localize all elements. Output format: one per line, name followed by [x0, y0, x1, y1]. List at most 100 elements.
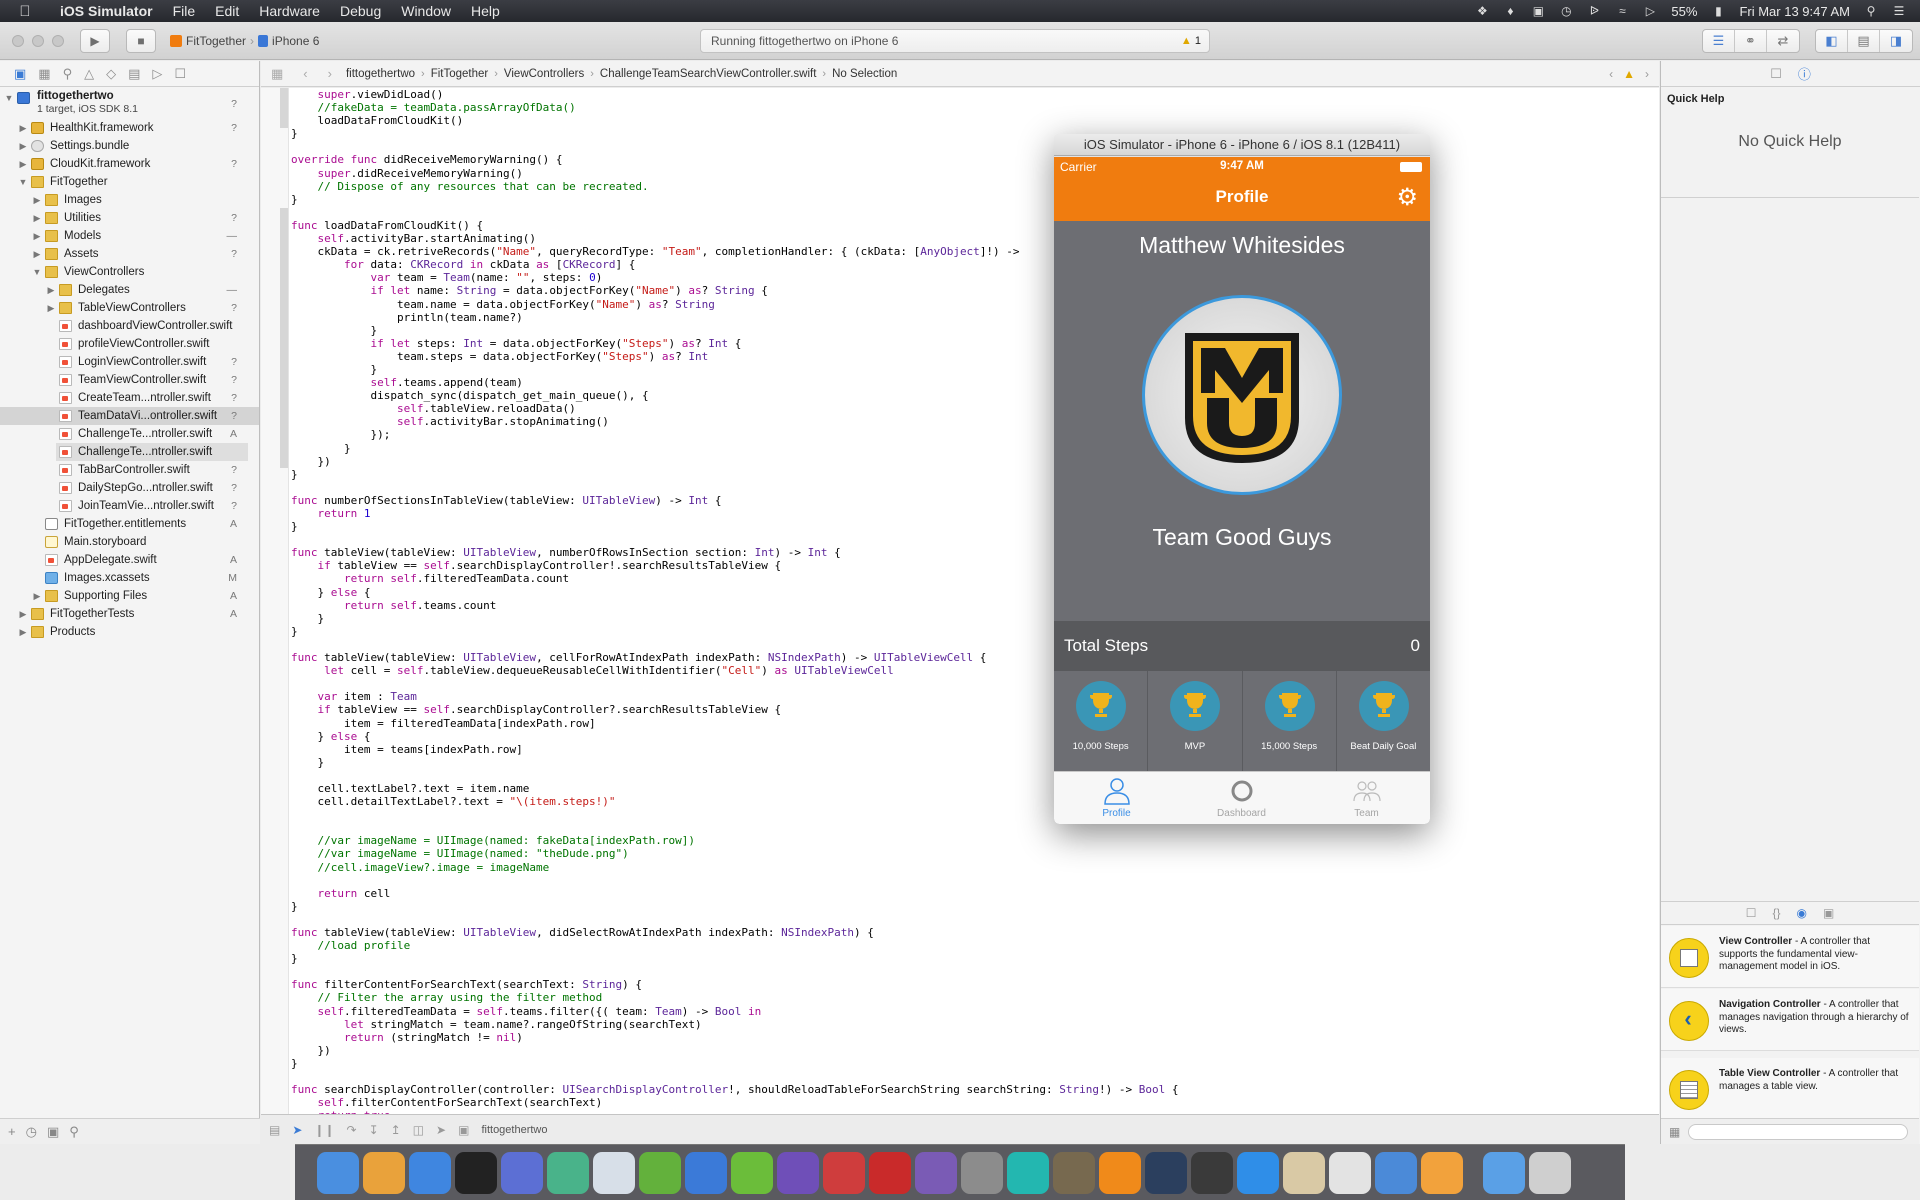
profile-team-name[interactable]: Team Good Guys [1054, 524, 1430, 551]
project-root-row[interactable]: ▼ fittogethertwo 1 target, iOS SDK 8.1 ? [0, 89, 259, 119]
tree-row[interactable]: ▶ Utilities? [0, 209, 259, 227]
object-library-icon[interactable]: ◉ [1796, 906, 1806, 920]
menubar-clock[interactable]: Fri Mar 13 9:47 AM [1739, 4, 1850, 19]
dock-app-pages-icon[interactable] [1421, 1152, 1463, 1194]
utilities-toggle-icon[interactable]: ◨ [1880, 30, 1912, 52]
dock-app-box-icon[interactable] [593, 1152, 635, 1194]
tree-row[interactable]: AppDelegate.swift A [0, 551, 259, 569]
simulator-title-bar[interactable]: iOS Simulator - iPhone 6 - iPhone 6 / iO… [1054, 134, 1430, 156]
tree-row-selected[interactable]: TeamDataVi...ontroller.swift? [0, 407, 259, 425]
breadcrumb-folder[interactable]: ViewControllers [500, 68, 588, 80]
step-over-icon[interactable]: ↷ [347, 1123, 357, 1137]
dock-app-filezilla-icon[interactable] [869, 1152, 911, 1194]
bluetooth-icon[interactable]: ᐉ [1587, 4, 1601, 18]
dock-app-downloads-icon[interactable] [1483, 1152, 1525, 1194]
find-navigator-icon[interactable]: ⚲ [63, 66, 73, 82]
pause-icon[interactable]: ❙❙ [314, 1123, 334, 1137]
disclosure-closed-icon[interactable]: ▶ [18, 623, 28, 641]
grid-view-icon[interactable]: ▦ [1669, 1125, 1680, 1139]
dock-app-activity-monitor-icon[interactable] [1191, 1152, 1233, 1194]
tree-row[interactable]: ▼ FitTogether [0, 173, 259, 191]
dock-app-github-icon[interactable] [915, 1152, 957, 1194]
apple-menu-icon[interactable]:  [0, 3, 50, 20]
zoom-window-button[interactable] [52, 35, 64, 47]
battery-icon[interactable]: ▮ [1711, 4, 1725, 18]
battery-percent[interactable]: 55% [1671, 4, 1697, 19]
badge-item[interactable]: 15,000 Steps [1243, 671, 1337, 771]
stop-button[interactable]: ■ [126, 29, 156, 53]
location-icon[interactable]: ➤ [436, 1123, 446, 1137]
tree-row[interactable]: ▶ CloudKit.framework? [0, 155, 259, 173]
scheme-selector[interactable]: FitTogether › iPhone 6 [170, 31, 319, 51]
tree-row[interactable]: profileViewController.swift [0, 335, 259, 353]
disclosure-closed-icon[interactable]: ▶ [32, 209, 42, 227]
dock-app-numbers-icon[interactable] [1329, 1152, 1371, 1194]
menu-app-name[interactable]: iOS Simulator [50, 3, 163, 19]
back-arrow-icon[interactable]: ‹ [293, 66, 317, 81]
related-items-icon[interactable]: ▦ [261, 66, 293, 82]
dock-app-preview-icon[interactable] [1283, 1152, 1325, 1194]
badge-item[interactable]: Beat Daily Goal [1337, 671, 1430, 771]
dock-app-vlc-icon[interactable] [1099, 1152, 1141, 1194]
dock-app-xcode-archive-icon[interactable] [1375, 1152, 1417, 1194]
version-editor-icon[interactable]: ⇄ [1767, 30, 1799, 52]
symbol-navigator-icon[interactable]: ▦ [38, 66, 50, 82]
wifi-icon[interactable]: ≈ [1615, 4, 1629, 18]
tree-row[interactable]: ▶ Delegates — [0, 281, 259, 299]
tree-row[interactable]: ▶ Images [0, 191, 259, 209]
library-item-table-view-controller[interactable]: Table View Controller - A controller tha… [1661, 1058, 1919, 1120]
tab-dashboard[interactable]: Dashboard [1179, 772, 1304, 824]
code-snippet-library-icon[interactable]: {} [1772, 906, 1780, 920]
minimize-window-button[interactable] [32, 35, 44, 47]
notification-center-icon[interactable]: ☰ [1892, 4, 1906, 18]
library-item-navigation-controller[interactable]: ‹ Navigation Controller - A controller t… [1661, 989, 1919, 1051]
menu-edit[interactable]: Edit [205, 3, 249, 19]
test-navigator-icon[interactable]: ◇ [106, 66, 116, 82]
spotlight-search-icon[interactable]: ⚲ [1864, 4, 1878, 18]
dock-app-terminal-icon[interactable] [455, 1152, 497, 1194]
add-icon[interactable]: + [8, 1124, 16, 1139]
disclosure-closed-icon[interactable]: ▶ [32, 227, 42, 245]
tree-row[interactable]: TeamViewController.swift? [0, 371, 259, 389]
menu-help[interactable]: Help [461, 3, 510, 19]
tree-row[interactable]: JoinTeamVie...ntroller.swift? [0, 497, 259, 515]
menu-hardware[interactable]: Hardware [249, 3, 330, 19]
dock-app-safari-icon[interactable] [409, 1152, 451, 1194]
disclosure-closed-icon[interactable]: ▶ [18, 605, 28, 623]
tree-row[interactable]: ▶ Products [0, 623, 259, 641]
tab-team[interactable]: Team [1304, 772, 1429, 824]
breakpoints-toggle-icon[interactable]: ➤ [292, 1123, 302, 1137]
file-template-library-icon[interactable]: ☐ [1746, 906, 1757, 920]
profile-avatar[interactable] [1142, 295, 1342, 495]
debug-navigator-icon[interactable]: ▤ [128, 66, 140, 82]
volume-icon[interactable]: ▷ [1643, 4, 1657, 18]
settings-gear-icon[interactable]: ⚙ [1396, 184, 1418, 212]
forward-arrow-icon[interactable]: › [318, 66, 342, 81]
source-editor[interactable]: super.viewDidLoad() //fakeData = teamDat… [261, 88, 1659, 1114]
quick-help-icon[interactable]: ⓘ [1798, 64, 1811, 83]
disclosure-closed-icon[interactable]: ▶ [18, 155, 28, 173]
disclosure-closed-icon[interactable]: ▶ [18, 119, 28, 137]
tree-row-active-file[interactable]: ChallengeTe...ntroller.swiftA [56, 443, 282, 461]
tree-row[interactable]: ▶ FitTogetherTests A [0, 605, 259, 623]
breadcrumb-selection[interactable]: No Selection [828, 68, 901, 80]
tree-row[interactable]: CreateTeam...ntroller.swift? [0, 389, 259, 407]
tree-row[interactable]: TabBarController.swift? [0, 461, 259, 479]
dock-app-finder-icon[interactable] [317, 1152, 359, 1194]
code-text[interactable]: super.viewDidLoad() //fakeData = teamDat… [291, 88, 1179, 1114]
tree-row[interactable]: ▼ ViewControllers [0, 263, 259, 281]
menu-file[interactable]: File [163, 3, 206, 19]
dock-app-xcode-icon[interactable] [501, 1152, 543, 1194]
step-into-icon[interactable]: ↧ [369, 1123, 379, 1137]
next-issue-icon[interactable]: › [1645, 67, 1649, 81]
warning-icon[interactable]: ▲ [1623, 67, 1635, 81]
disclosure-closed-icon[interactable]: ▶ [32, 191, 42, 209]
dock-app-xcode-tools-icon[interactable] [685, 1152, 727, 1194]
breadcrumb-file[interactable]: ChallengeTeamSearchViewController.swift [596, 68, 820, 80]
menu-window[interactable]: Window [391, 3, 461, 19]
tree-row[interactable]: ▶ Models — [0, 227, 259, 245]
assistant-editor-icon[interactable]: ⚭ [1735, 30, 1767, 52]
file-inspector-icon[interactable]: ☐ [1770, 66, 1782, 82]
disclosure-closed-icon[interactable]: ▶ [32, 587, 42, 605]
editor-gutter[interactable] [261, 88, 289, 1114]
